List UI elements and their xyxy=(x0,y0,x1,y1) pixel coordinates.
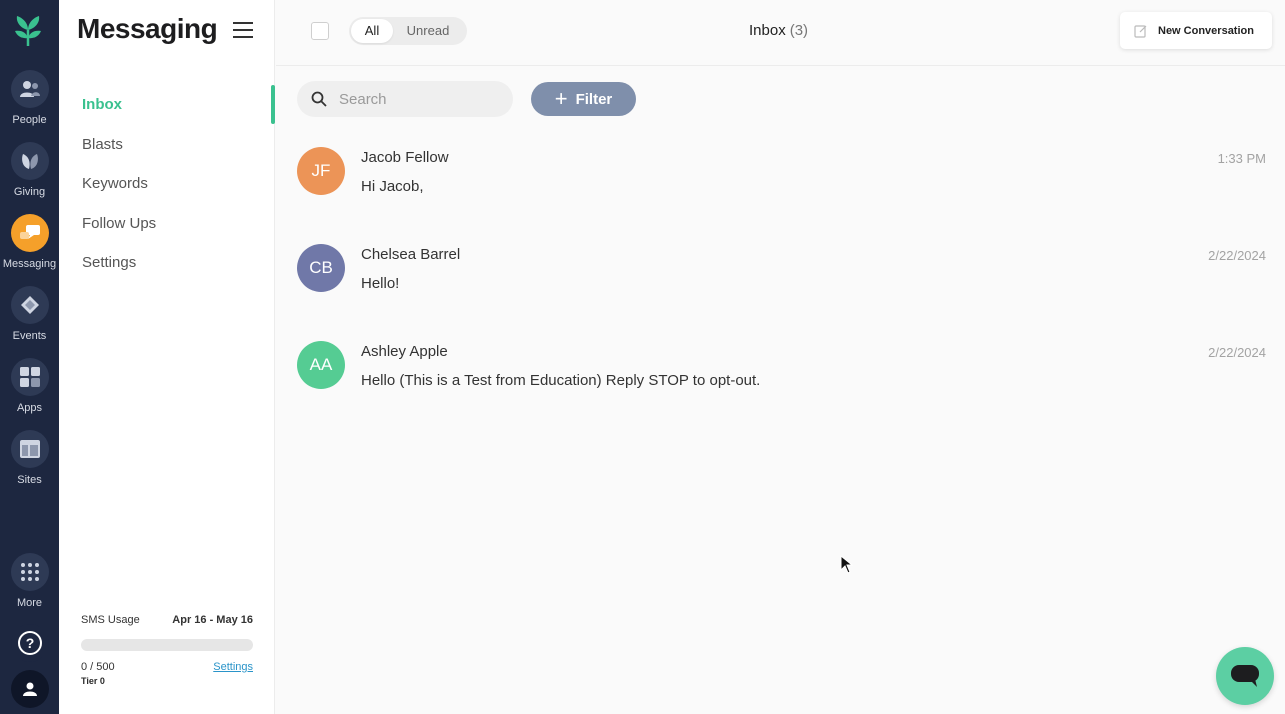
rail-item-events[interactable]: Events xyxy=(0,286,59,342)
support-chat-button[interactable] xyxy=(1216,647,1274,705)
rail-label: Messaging xyxy=(2,258,57,270)
nav-item-inbox[interactable]: Inbox xyxy=(59,85,275,125)
rail-item-more[interactable]: More xyxy=(0,553,59,609)
search-icon xyxy=(311,91,327,107)
compose-icon xyxy=(1134,24,1147,38)
help-button[interactable]: ? xyxy=(0,624,59,662)
svg-text:?: ? xyxy=(25,635,34,651)
sms-settings-link[interactable]: Settings xyxy=(213,661,253,673)
conversation-row[interactable]: CB Chelsea Barrel Hello! 2/22/2024 xyxy=(297,244,1269,314)
rail-item-messaging[interactable]: Messaging xyxy=(0,214,59,270)
avatar: JF xyxy=(297,147,345,195)
message-time: 2/22/2024 xyxy=(1208,345,1266,360)
dots-grid-icon xyxy=(10,553,49,591)
sms-usage: SMS Usage Apr 16 - May 16 0 / 500 Settin… xyxy=(81,614,253,686)
contact-name: Ashley Apple xyxy=(361,343,448,360)
sms-usage-label: SMS Usage xyxy=(81,614,140,626)
sms-tier: Tier 0 xyxy=(81,676,105,686)
nav-item-settings[interactable]: Settings xyxy=(59,243,275,283)
app-rail: People Giving Messaging Events Apps Site… xyxy=(0,0,59,714)
filter-label: Filter xyxy=(575,90,613,108)
leaf-icon xyxy=(10,142,49,180)
new-conversation-button[interactable]: New Conversation xyxy=(1120,12,1272,49)
rail-item-giving[interactable]: Giving xyxy=(0,142,59,198)
rail-label: Events xyxy=(12,330,47,342)
rail-label: People xyxy=(12,114,47,126)
message-preview: Hi Jacob, xyxy=(361,178,424,195)
ticket-icon xyxy=(10,286,49,324)
logo-icon[interactable] xyxy=(10,12,46,48)
new-conversation-label: New Conversation xyxy=(1158,24,1254,37)
filter-toggle: All Unread xyxy=(349,17,467,45)
nav-item-keywords[interactable]: Keywords xyxy=(59,164,275,204)
sms-usage-count: 0 / 500 xyxy=(81,661,115,673)
conversation-row[interactable]: AA Ashley Apple Hello (This is a Test fr… xyxy=(297,341,1269,411)
avatar: CB xyxy=(297,244,345,292)
conversation-row[interactable]: JF Jacob Fellow Hi Jacob, 1:33 PM xyxy=(297,147,1269,217)
chat-bubble-icon xyxy=(1231,665,1259,687)
avatar: AA xyxy=(297,341,345,389)
rail-item-people[interactable]: People xyxy=(0,70,59,126)
people-icon xyxy=(10,70,49,108)
sms-usage-range: Apr 16 - May 16 xyxy=(172,614,253,626)
messaging-nav: Inbox Blasts Keywords Follow Ups Setting… xyxy=(59,85,275,283)
sms-usage-bar xyxy=(81,639,253,651)
rail-item-sites[interactable]: Sites xyxy=(0,430,59,486)
inbox-title-text: Inbox xyxy=(749,22,786,39)
page-title: Messaging xyxy=(77,13,218,44)
nav-item-blasts[interactable]: Blasts xyxy=(59,125,275,165)
chat-icon xyxy=(10,214,49,252)
messaging-sidebar: Messaging Inbox Blasts Keywords Follow U… xyxy=(59,0,275,714)
contact-name: Jacob Fellow xyxy=(361,149,449,166)
inbox-title: Inbox (3) xyxy=(749,22,808,39)
rail-label: Apps xyxy=(16,402,43,414)
nav-item-follow-ups[interactable]: Follow Ups xyxy=(59,204,275,244)
hamburger-menu-icon[interactable] xyxy=(233,22,253,38)
select-all-checkbox[interactable] xyxy=(311,22,329,40)
message-time: 2/22/2024 xyxy=(1208,248,1266,263)
filter-button[interactable]: + Filter xyxy=(531,82,636,116)
inbox-header: All Unread Inbox (3) New Conversation xyxy=(276,0,1285,66)
message-preview: Hello (This is a Test from Education) Re… xyxy=(361,372,761,389)
message-preview: Hello! xyxy=(361,275,400,292)
contact-name: Chelsea Barrel xyxy=(361,246,461,263)
rail-label: More xyxy=(16,597,43,609)
rail-label: Sites xyxy=(17,474,42,486)
layout-icon xyxy=(10,430,49,468)
rail-item-apps[interactable]: Apps xyxy=(0,358,59,414)
toggle-unread[interactable]: Unread xyxy=(393,19,463,43)
search-box xyxy=(297,81,513,117)
help-icon: ? xyxy=(10,624,49,662)
rail-label: Giving xyxy=(13,186,46,198)
mouse-cursor-icon xyxy=(840,555,854,574)
profile-button[interactable] xyxy=(0,670,59,708)
inbox-count: (3) xyxy=(789,22,809,39)
message-time: 1:33 PM xyxy=(1217,151,1266,166)
toggle-all[interactable]: All xyxy=(351,19,393,43)
search-input[interactable] xyxy=(339,90,499,108)
user-icon xyxy=(10,670,49,708)
plus-icon: + xyxy=(554,86,568,111)
grid-icon xyxy=(10,358,49,396)
